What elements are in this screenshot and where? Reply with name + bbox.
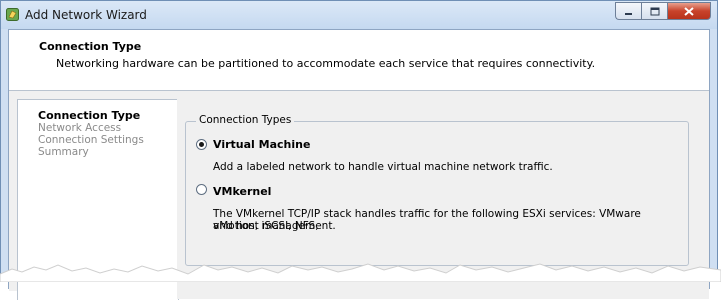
wizard-header: Connection Type Networking hardware can … xyxy=(9,30,709,91)
step-connection-type[interactable]: Connection Type xyxy=(38,109,140,122)
wizard-window: Add Network Wizard Connection Type Netwo… xyxy=(0,0,718,300)
connection-types-group: Connection Types Virtual Machine Add a l… xyxy=(185,114,689,266)
minimize-icon xyxy=(625,12,632,15)
close-icon xyxy=(684,6,694,16)
vmkernel-label[interactable]: VMkernel xyxy=(213,185,271,198)
step-summary[interactable]: Summary xyxy=(38,146,89,158)
vmkernel-radio[interactable] xyxy=(196,184,207,195)
virtual-machine-description: Add a labeled network to handle virtual … xyxy=(213,161,553,173)
step-connection-settings[interactable]: Connection Settings xyxy=(38,134,144,146)
wizard-client-area: Connection Type Networking hardware can … xyxy=(8,29,710,300)
window-title: Add Network Wizard xyxy=(25,8,147,22)
window-controls xyxy=(615,2,711,20)
close-button[interactable] xyxy=(667,2,711,20)
step-network-access[interactable]: Network Access xyxy=(38,122,121,134)
torn-edge xyxy=(0,263,721,282)
vmkernel-description-line2: and host management. xyxy=(213,220,336,232)
title-bar[interactable]: Add Network Wizard xyxy=(1,1,717,29)
connection-types-legend: Connection Types xyxy=(196,114,295,126)
app-icon xyxy=(6,8,19,21)
page-title: Connection Type xyxy=(39,40,142,53)
minimize-button[interactable] xyxy=(615,2,641,20)
page-description: Networking hardware can be partitioned t… xyxy=(56,57,596,70)
maximize-icon xyxy=(650,7,659,15)
virtual-machine-label[interactable]: Virtual Machine xyxy=(213,138,310,151)
virtual-machine-radio[interactable] xyxy=(196,139,207,150)
maximize-button[interactable] xyxy=(641,2,667,20)
